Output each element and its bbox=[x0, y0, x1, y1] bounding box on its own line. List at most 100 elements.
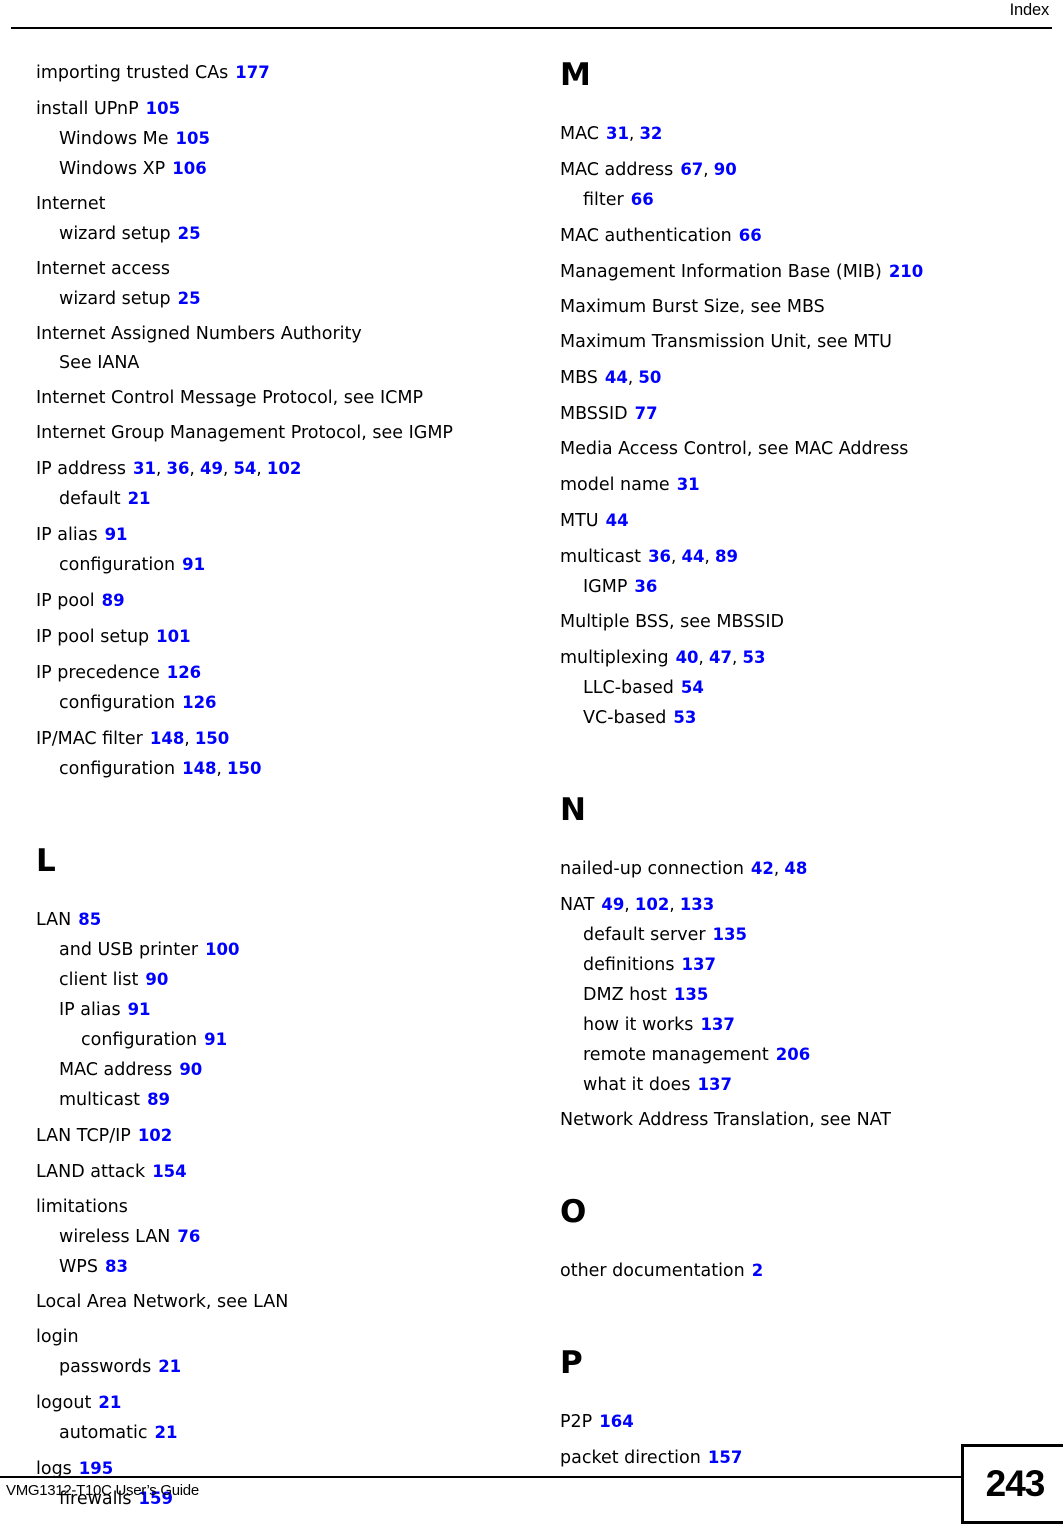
page-reference-link[interactable]: 36 bbox=[634, 577, 657, 596]
page-reference-link[interactable]: 21 bbox=[128, 489, 151, 508]
page-reference-link[interactable]: 137 bbox=[698, 1075, 732, 1094]
page-reference-link[interactable]: 32 bbox=[639, 124, 662, 143]
page-reference-link[interactable]: 206 bbox=[776, 1045, 810, 1064]
page-reference-link[interactable]: 105 bbox=[176, 129, 210, 148]
index-entry-pages: 83 bbox=[105, 1257, 128, 1277]
page-reference-link[interactable]: 49 bbox=[200, 459, 223, 478]
page-reference-link[interactable]: 126 bbox=[167, 663, 201, 682]
page-reference-link[interactable]: 90 bbox=[179, 1060, 202, 1079]
page-reference-link[interactable]: 89 bbox=[147, 1090, 170, 1109]
page-reference-link[interactable]: 133 bbox=[680, 895, 714, 914]
page-reference-link[interactable]: 106 bbox=[172, 159, 206, 178]
page-reference-link[interactable]: 135 bbox=[674, 985, 708, 1004]
page-reference-link[interactable]: 31 bbox=[133, 459, 156, 478]
page-reference-link[interactable]: 91 bbox=[182, 555, 205, 574]
section-letter-o: O bbox=[560, 1194, 587, 1230]
index-entry-label: Management Information Base (MIB) bbox=[560, 262, 882, 282]
page-reference-link[interactable]: 126 bbox=[182, 693, 216, 712]
page-reference-link[interactable]: 66 bbox=[631, 190, 654, 209]
index-entry-pages: 137 bbox=[700, 1015, 734, 1035]
page-reference-link[interactable]: 47 bbox=[709, 648, 732, 667]
page-reference-link[interactable]: 48 bbox=[784, 859, 807, 878]
index-entry-pages: 91 bbox=[182, 555, 205, 575]
page-reference-link[interactable]: 53 bbox=[743, 648, 766, 667]
index-entry-label: IP precedence bbox=[36, 663, 160, 683]
page-reference-link[interactable]: 31 bbox=[677, 475, 700, 494]
page-reference-link[interactable]: 54 bbox=[681, 678, 704, 697]
page-reference-link[interactable]: 50 bbox=[638, 368, 661, 387]
page-reference-link[interactable]: 85 bbox=[78, 910, 101, 929]
page-reference-link[interactable]: 100 bbox=[205, 940, 239, 959]
index-entry-label: NAT bbox=[560, 895, 595, 915]
page-reference-link[interactable]: 135 bbox=[713, 925, 747, 944]
page-reference-link[interactable]: 44 bbox=[606, 511, 629, 530]
page-reference-link[interactable]: 36 bbox=[167, 459, 190, 478]
page-reference-link[interactable]: 36 bbox=[648, 547, 671, 566]
page-reference-link[interactable]: 90 bbox=[145, 970, 168, 989]
page-reference-link[interactable]: 54 bbox=[233, 459, 256, 478]
page-reference-link[interactable]: 154 bbox=[152, 1162, 186, 1181]
page-reference-link[interactable]: 21 bbox=[98, 1393, 121, 1412]
page-reference-link[interactable]: 137 bbox=[700, 1015, 734, 1034]
page-reference-link[interactable]: 102 bbox=[267, 459, 301, 478]
header-rule bbox=[11, 27, 1052, 29]
index-entry: LAN TCP/IP 102 bbox=[36, 1121, 516, 1151]
index-entry-group-m: MAC 31, 32 MAC address 67, 90 filter 66 MAC au… bbox=[560, 119, 1030, 733]
page-reference-link[interactable]: 42 bbox=[751, 859, 774, 878]
page-reference-link[interactable]: 150 bbox=[195, 729, 229, 748]
page-reference-link[interactable]: 25 bbox=[178, 289, 201, 308]
index-entry: MAC authentication 66 bbox=[560, 221, 1030, 251]
page-reference-link[interactable]: 148 bbox=[150, 729, 184, 748]
index-entry-pages: 31, 32 bbox=[606, 124, 662, 144]
page-separator: , bbox=[703, 160, 714, 179]
page-reference-link[interactable]: 2 bbox=[752, 1261, 763, 1280]
page-reference-link[interactable]: 148 bbox=[182, 759, 216, 778]
page-reference-link[interactable]: 177 bbox=[235, 63, 269, 82]
index-entry-pages: 135 bbox=[674, 985, 708, 1005]
section-letter-n: N bbox=[560, 792, 586, 828]
page-reference-link[interactable]: 91 bbox=[128, 1000, 151, 1019]
index-entry-group-o: other documentation 2 bbox=[560, 1256, 1030, 1286]
index-entry: Internet access bbox=[36, 255, 516, 284]
page-reference-link[interactable]: 210 bbox=[889, 262, 923, 281]
page-reference-link[interactable]: 101 bbox=[156, 627, 190, 646]
page-reference-link[interactable]: 77 bbox=[635, 404, 658, 423]
page-reference-link[interactable]: 44 bbox=[682, 547, 705, 566]
page-reference-link[interactable]: 164 bbox=[599, 1412, 633, 1431]
page-reference-link[interactable]: 44 bbox=[605, 368, 628, 387]
page-reference-link[interactable]: 89 bbox=[715, 547, 738, 566]
page-reference-link[interactable]: 102 bbox=[138, 1126, 172, 1145]
page-reference-link[interactable]: 91 bbox=[204, 1030, 227, 1049]
index-entry-pages: 177 bbox=[235, 63, 269, 83]
index-entry-pages: 137 bbox=[682, 955, 716, 975]
page-reference-link[interactable]: 40 bbox=[676, 648, 699, 667]
page-reference-link[interactable]: 91 bbox=[105, 525, 128, 544]
index-entry: NAT 49, 102, 133 bbox=[560, 890, 1030, 920]
index-entry-label: Multiple BSS, see MBSSID bbox=[560, 612, 784, 632]
footer-rule bbox=[0, 1476, 963, 1478]
page-reference-link[interactable]: 21 bbox=[158, 1357, 181, 1376]
index-entry-pages: 2 bbox=[752, 1261, 763, 1281]
page-reference-link[interactable]: 102 bbox=[635, 895, 669, 914]
page-reference-link[interactable]: 66 bbox=[739, 226, 762, 245]
page-reference-link[interactable]: 83 bbox=[105, 1257, 128, 1276]
page-reference-link[interactable]: 25 bbox=[178, 224, 201, 243]
page-reference-link[interactable]: 76 bbox=[177, 1227, 200, 1246]
page-reference-link[interactable]: 49 bbox=[601, 895, 624, 914]
index-entry-label: Local Area Network, see LAN bbox=[36, 1292, 289, 1312]
page-reference-link[interactable]: 53 bbox=[673, 708, 696, 727]
page-reference-link[interactable]: 105 bbox=[146, 99, 180, 118]
index-entry-label: Windows Me bbox=[59, 129, 169, 149]
index-entry-label: Media Access Control, see MAC Address bbox=[560, 439, 909, 459]
page-reference-link[interactable]: 31 bbox=[606, 124, 629, 143]
index-entry: passwords 21 bbox=[36, 1352, 516, 1382]
page-reference-link[interactable]: 137 bbox=[682, 955, 716, 974]
index-entry: IP pool 89 bbox=[36, 586, 516, 616]
page-reference-link[interactable]: 90 bbox=[714, 160, 737, 179]
index-entry-pages: 148, 150 bbox=[182, 759, 261, 779]
page-reference-link[interactable]: 67 bbox=[680, 160, 703, 179]
page-reference-link[interactable]: 89 bbox=[102, 591, 125, 610]
page-reference-link[interactable]: 150 bbox=[227, 759, 261, 778]
index-entry-group-n: nailed-up connection 42, 48 NAT 49, 102, 13… bbox=[560, 854, 1030, 1135]
